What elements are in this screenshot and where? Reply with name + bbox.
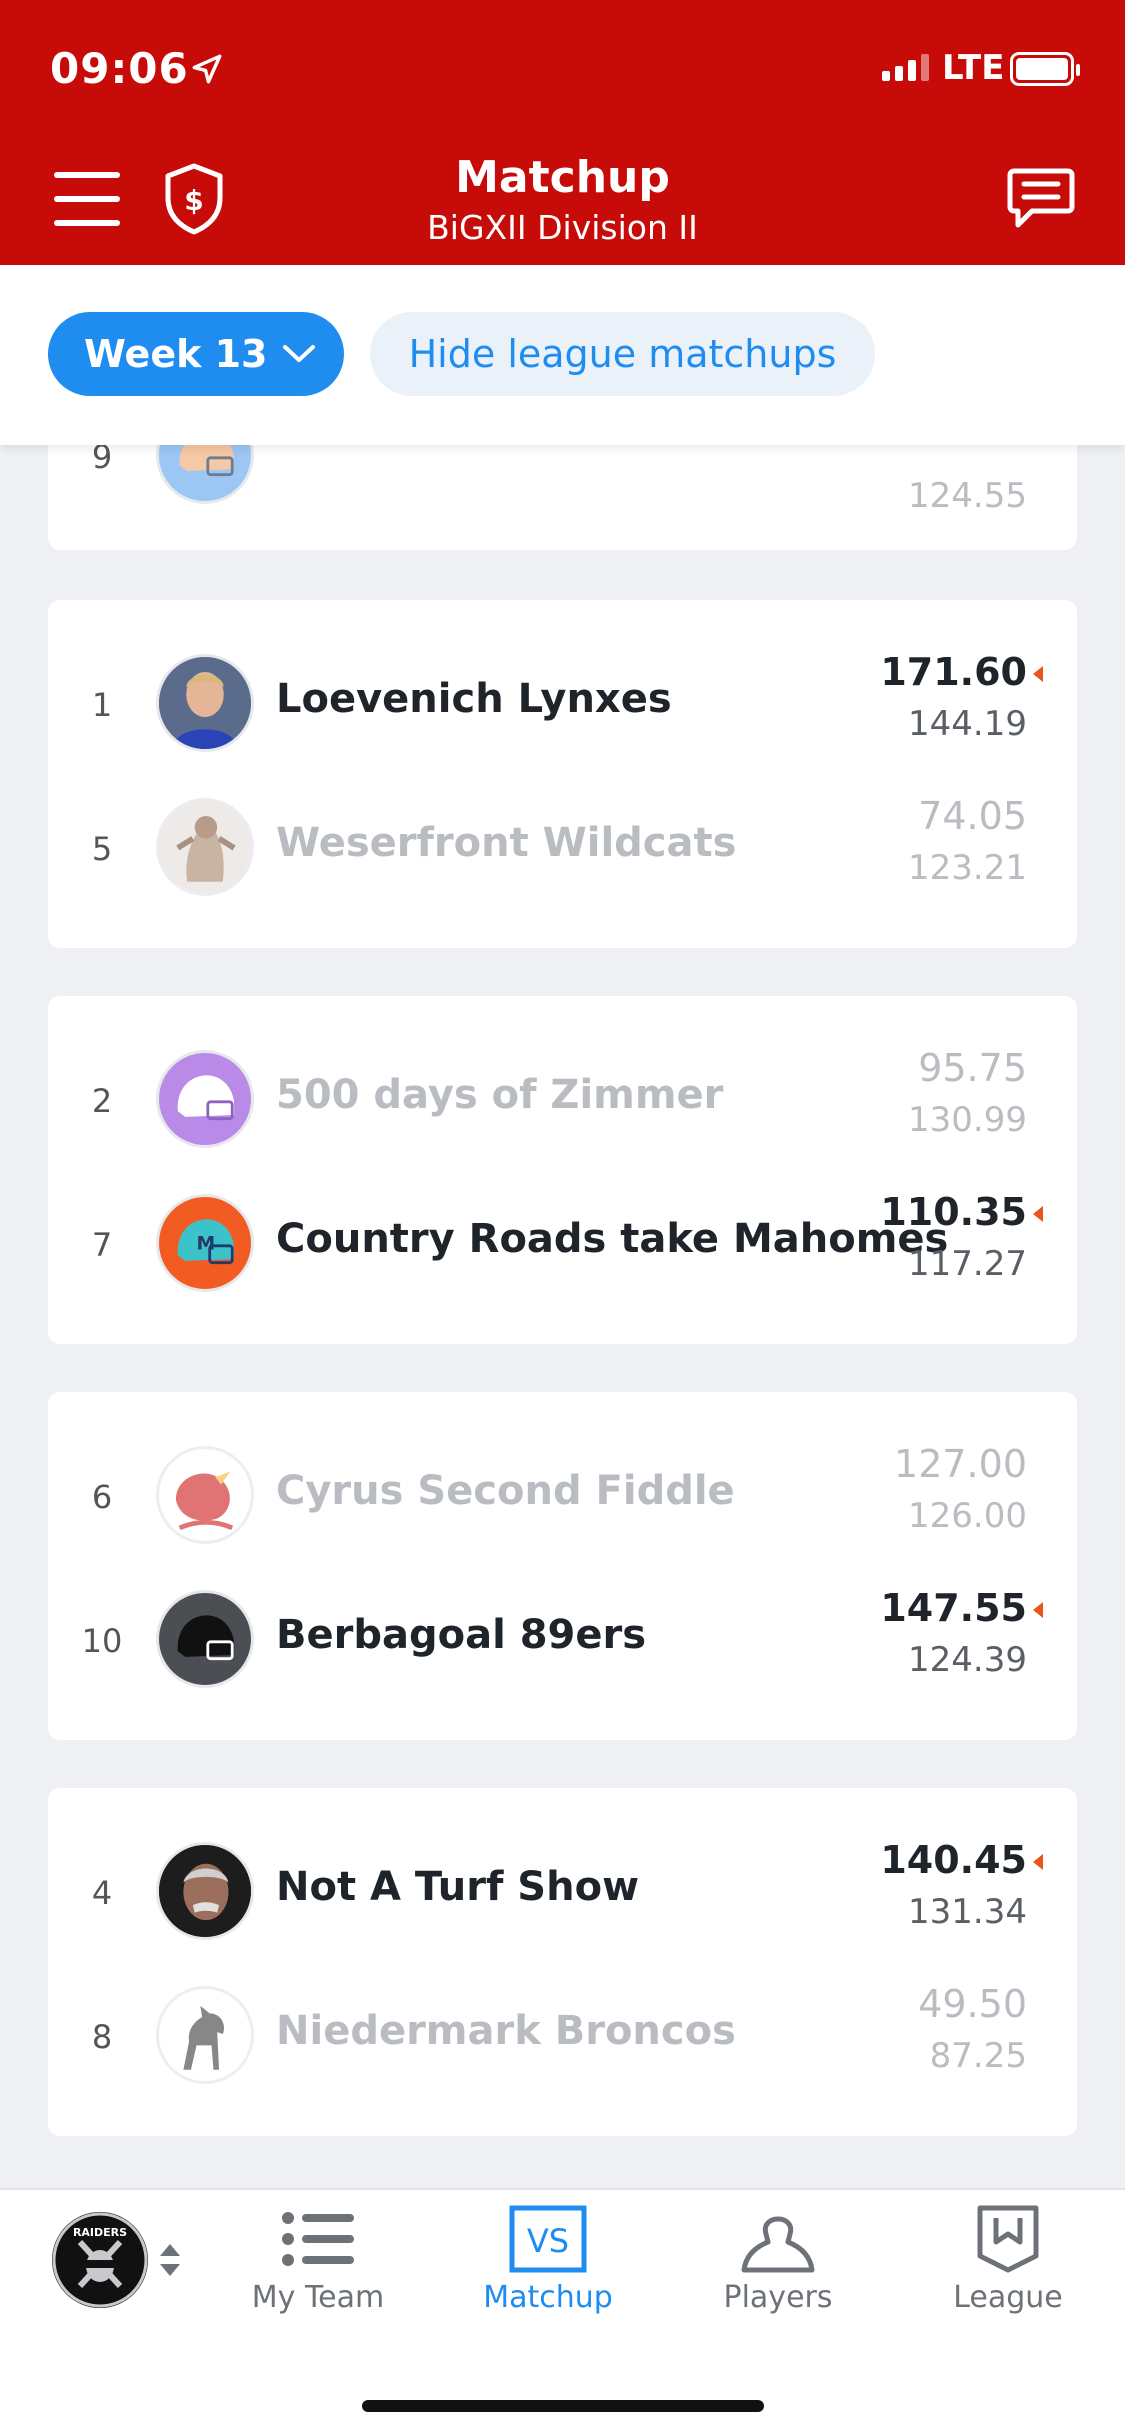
team-name[interactable]: Weserfront Wildcats <box>276 820 736 866</box>
team-projected-score: 126.00 <box>908 1496 1027 1536</box>
winner-indicator-icon <box>1033 1602 1043 1618</box>
team-row: 4 Not A Turf Show 140.45 131.34 <box>48 1838 1077 1940</box>
team-score: 95.75 <box>918 1046 1027 1090</box>
team-score: 49.50 <box>918 1982 1027 2026</box>
team-seed: 2 <box>91 1082 113 1120</box>
team-row: 1 Loevenich Lynxes 171.60 144.19 <box>48 650 1077 752</box>
league-shield-icon <box>977 2205 1039 2273</box>
team-name[interactable]: Cyrus Second Fiddle <box>276 1468 735 1514</box>
matchup-card[interactable]: 4 Not A Turf Show 140.45 131.34 8 Nieder… <box>48 1788 1077 2136</box>
nav-my-team[interactable]: My Team <box>218 2204 418 2315</box>
page-title: Matchup <box>455 152 670 203</box>
team-seed: 6 <box>91 1478 113 1516</box>
team-seed: 1 <box>91 686 113 724</box>
bottom-navigation: RAIDERS My Team VS Matchup Players Leagu… <box>0 2188 1125 2436</box>
matchup-card[interactable]: 2 500 days of Zimmer 95.75 130.99 7 M Co… <box>48 996 1077 1344</box>
hide-league-matchups-button[interactable]: Hide league matchups <box>370 312 875 396</box>
raiders-logo-text: RAIDERS <box>73 2226 127 2239</box>
team-score: 74.05 <box>918 794 1027 838</box>
team-projected-score: 131.34 <box>908 1892 1027 1932</box>
chat-icon[interactable] <box>1006 165 1076 231</box>
team-projected-score: 117.27 <box>908 1244 1027 1284</box>
week-selector-button[interactable]: Week 13 <box>48 312 344 396</box>
team-projected-score: 130.99 <box>908 1100 1027 1140</box>
week-label: Week 13 <box>84 332 268 376</box>
team-score: 147.55 <box>880 1586 1027 1630</box>
team-row: 7 M Country Roads take Mahomes 110.35 11… <box>48 1190 1077 1292</box>
winner-indicator-icon <box>1033 1206 1043 1222</box>
matchup-card[interactable]: 1 Loevenich Lynxes 171.60 144.19 5 Weser… <box>48 600 1077 948</box>
team-projected-score: 87.25 <box>929 2036 1027 2076</box>
svg-text:VS: VS <box>527 2222 569 2260</box>
matchup-card[interactable]: 6 Cyrus Second Fiddle 127.00 126.00 10 B… <box>48 1392 1077 1740</box>
team-seed: 8 <box>91 2018 113 2056</box>
team-name[interactable]: Not A Turf Show <box>276 1864 639 1910</box>
team-projected-score: 123.21 <box>908 848 1027 888</box>
team-seed: 4 <box>91 1874 113 1912</box>
team-name[interactable]: Berbagoal 89ers <box>276 1612 646 1658</box>
team-projected-score: 144.19 <box>908 704 1027 744</box>
nav-matchup[interactable]: VS Matchup <box>448 2204 648 2315</box>
app-header: 09:06 LTE $ Matchup BiGXII Division II <box>0 0 1125 265</box>
winner-indicator-icon <box>1033 1854 1043 1870</box>
status-time: 09:06 <box>50 44 189 93</box>
team-avatar-horse-icon[interactable] <box>156 1986 254 2084</box>
team-seed: 10 <box>81 1622 123 1660</box>
team-score: 140.45 <box>880 1838 1027 1882</box>
nav-league-label: League <box>953 2280 1063 2315</box>
team-avatar-helmet-icon[interactable] <box>156 1590 254 1688</box>
team-row: 6 Cyrus Second Fiddle 127.00 126.00 <box>48 1442 1077 1544</box>
network-type: LTE <box>942 48 1005 88</box>
team-seed: 7 <box>91 1226 113 1264</box>
team-avatar-photo[interactable] <box>156 1842 254 1940</box>
person-icon <box>741 2216 815 2273</box>
team-avatar-wildcat-icon[interactable] <box>156 798 254 896</box>
battery-icon <box>1010 52 1080 86</box>
team-name[interactable]: Country Roads take Mahomes <box>276 1216 948 1262</box>
team-score: 127.00 <box>894 1442 1027 1486</box>
team-row: 5 Weserfront Wildcats 74.05 123.21 <box>48 794 1077 896</box>
location-arrow-icon <box>192 54 222 84</box>
nav-my-team-label: My Team <box>251 2280 385 2315</box>
home-indicator[interactable] <box>362 2400 764 2412</box>
team-switcher-logo[interactable]: RAIDERS <box>52 2212 148 2308</box>
team-avatar-helmet-icon[interactable]: M <box>156 1194 254 1292</box>
team-row: 10 Berbagoal 89ers 147.55 124.39 <box>48 1586 1077 1688</box>
list-icon <box>282 2212 354 2266</box>
chevron-down-icon <box>282 345 315 362</box>
team-score: 171.60 <box>880 650 1027 694</box>
page-subtitle: BiGXII Division II <box>427 208 698 247</box>
sort-arrows-icon[interactable] <box>158 2242 182 2278</box>
team-name[interactable]: Loevenich Lynxes <box>276 676 672 722</box>
team-seed: 5 <box>91 830 113 868</box>
team-projected-score: 124.55 <box>908 476 1027 516</box>
team-avatar-photo[interactable] <box>156 654 254 752</box>
vs-icon: VS <box>509 2205 587 2273</box>
team-row: 8 Niedermark Broncos 49.50 87.25 <box>48 1982 1077 2084</box>
team-name[interactable]: 500 days of Zimmer <box>276 1072 723 1118</box>
team-row: 2 500 days of Zimmer 95.75 130.99 <box>48 1046 1077 1148</box>
winner-indicator-icon <box>1033 666 1043 682</box>
nav-players[interactable]: Players <box>678 2204 878 2315</box>
filter-bar: Week 13 Hide league matchups <box>0 265 1125 445</box>
team-projected-score: 124.39 <box>908 1640 1027 1680</box>
team-name[interactable]: Niedermark Broncos <box>276 2008 736 2054</box>
team-avatar-helmet-icon[interactable] <box>156 1050 254 1148</box>
team-score: 110.35 <box>880 1190 1027 1234</box>
nav-players-label: Players <box>723 2280 833 2315</box>
cellular-signal-icon <box>882 54 929 81</box>
svg-text:M: M <box>197 1234 216 1255</box>
nav-league[interactable]: League <box>908 2204 1108 2315</box>
team-avatar-bird-icon[interactable] <box>156 1446 254 1544</box>
nav-matchup-label: Matchup <box>483 2280 613 2315</box>
